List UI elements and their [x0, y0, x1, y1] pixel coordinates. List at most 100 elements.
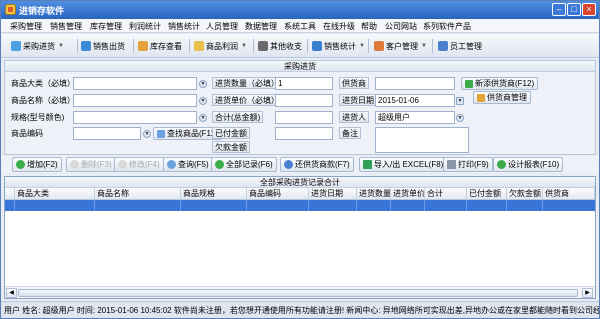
supplier-input[interactable]: [375, 77, 455, 90]
column-header[interactable]: 已付金额: [467, 188, 507, 200]
price-input[interactable]: [275, 94, 333, 107]
payment-icon: [284, 160, 293, 169]
chevron-down-icon: ▼: [421, 43, 427, 49]
row-indicator-header: [5, 188, 15, 200]
menu-sales[interactable]: 销售管理: [50, 21, 82, 32]
staff-mgmt-button[interactable]: 员工管理: [438, 38, 482, 54]
import-excel-button[interactable]: 导入/出 EXCEL(F8): [359, 157, 448, 172]
menu-tools[interactable]: 系统工具: [284, 21, 316, 32]
column-header[interactable]: 进货单价: [391, 188, 425, 200]
coin-icon: [194, 41, 204, 51]
spec-input[interactable]: [73, 111, 197, 124]
edit-icon: [477, 93, 485, 102]
column-header[interactable]: 进货数量: [357, 188, 391, 200]
buyer-dropdown-button[interactable]: ▼: [456, 114, 464, 122]
other-income-button[interactable]: 其他收支: [258, 38, 302, 54]
menu-sales-stats[interactable]: 销售统计: [168, 21, 200, 32]
app-icon: [5, 4, 16, 15]
scroll-left-icon[interactable]: ◀: [6, 288, 17, 298]
search-icon: [167, 160, 176, 169]
menu-bar: 采购管理 销售管理 库存管理 利润统计 销售统计 人员管理 数据管理 系统工具 …: [1, 19, 599, 33]
design-report-button[interactable]: 设计报表(F10): [493, 157, 564, 172]
table-row-selected[interactable]: [5, 200, 595, 211]
buyer-label: 进货人: [339, 111, 369, 123]
purchase-in-button[interactable]: 采购进货 ▼: [11, 38, 64, 54]
customer-icon: [374, 41, 384, 51]
delete-button[interactable]: 删除(F3): [66, 157, 116, 172]
paid-input[interactable]: [275, 127, 333, 140]
check-icon: [215, 160, 224, 169]
stock-view-button[interactable]: 库存查看: [138, 38, 182, 54]
menu-staff[interactable]: 人员管理: [206, 21, 238, 32]
menu-products[interactable]: 系列软件产品: [423, 21, 471, 32]
date-input[interactable]: 2015-01-06: [375, 94, 455, 107]
menu-purchase[interactable]: 采购管理: [10, 21, 42, 32]
close-button[interactable]: ×: [582, 3, 596, 16]
minimize-button[interactable]: –: [552, 3, 566, 16]
horizontal-scrollbar[interactable]: ◀ ▶: [5, 286, 595, 298]
print-button[interactable]: 打印(F9): [443, 157, 493, 172]
toolbar: 采购进货 ▼ 销售出货 库存查看 商品利润 ▼ 其他收支 销售统计 ▼ 客户管理…: [1, 34, 599, 58]
menu-profit[interactable]: 利润统计: [129, 21, 161, 32]
column-header[interactable]: 欠款金额: [507, 188, 543, 200]
spec-dropdown-button[interactable]: ▼: [199, 114, 207, 122]
box-icon: [138, 41, 148, 51]
add-button[interactable]: 增加(F2): [12, 157, 62, 172]
modify-button[interactable]: 修改(F4): [114, 157, 164, 172]
column-header[interactable]: 商品编码: [247, 188, 309, 200]
column-header[interactable]: 商品名称: [95, 188, 181, 200]
maximize-button[interactable]: □: [567, 3, 581, 16]
column-header[interactable]: 合计: [425, 188, 467, 200]
code-input[interactable]: [73, 127, 141, 140]
menu-upgrade[interactable]: 在线升级: [323, 21, 355, 32]
pencil-icon: [118, 160, 127, 169]
column-header[interactable]: 商品大类: [15, 188, 95, 200]
column-header[interactable]: 商品规格: [181, 188, 247, 200]
ledger-icon: [258, 41, 268, 51]
category-dropdown-button[interactable]: ▼: [199, 80, 207, 88]
category-input[interactable]: [73, 77, 197, 90]
supplier-mgmt-button[interactable]: 供货商管理: [473, 91, 531, 104]
scroll-right-icon[interactable]: ▶: [582, 288, 593, 298]
name-dropdown-button[interactable]: ▼: [199, 97, 207, 105]
note-label: 备注: [339, 127, 361, 139]
all-records-button[interactable]: 全部记录(F6): [211, 157, 277, 172]
total-label: 合计(总金额): [212, 111, 264, 123]
spec-label: 规格(型号颜色): [11, 113, 65, 122]
chevron-down-icon: ▼: [359, 43, 365, 49]
column-header[interactable]: 进货日期: [309, 188, 357, 200]
scroll-thumb[interactable]: [18, 289, 578, 297]
printer-icon: [447, 160, 456, 169]
customer-mgmt-button[interactable]: 客户管理 ▼: [374, 38, 427, 54]
query-button[interactable]: 查询(F5): [163, 157, 213, 172]
records-grid: 全部采购进货记录合计 商品大类 商品名称 商品规格 商品编码 进货日期 进货数量…: [4, 176, 596, 299]
goods-profit-button[interactable]: 商品利润 ▼: [194, 38, 247, 54]
pay-supplier-button[interactable]: 还供货商款(F7): [280, 157, 354, 172]
total-input[interactable]: [275, 111, 333, 124]
title-bar: 进销存软件 – □ ×: [1, 1, 599, 19]
grid-title: 全部采购进货记录合计: [5, 177, 595, 188]
check-icon: [497, 160, 506, 169]
owed-label: 欠款金额: [212, 141, 250, 153]
sales-stats-button[interactable]: 销售统计 ▼: [312, 38, 365, 54]
excel-icon: [363, 160, 372, 169]
add-supplier-button[interactable]: 新添供货商(F12): [461, 77, 539, 90]
action-bar: 增加(F2) 删除(F3) 修改(F4) 查询(F5) 全部记录(F6) 还供货…: [1, 156, 599, 173]
menu-help[interactable]: 帮助: [361, 21, 377, 32]
qty-input[interactable]: 1: [275, 77, 333, 90]
menu-stock[interactable]: 库存管理: [90, 21, 122, 32]
grid-header: 商品大类 商品名称 商品规格 商品编码 进货日期 进货数量 进货单价 合计 已付…: [5, 188, 595, 200]
column-header[interactable]: 供货商: [543, 188, 595, 200]
name-input[interactable]: [73, 94, 197, 107]
note-input[interactable]: [375, 127, 469, 153]
qty-label: 进货数量（必填）: [212, 77, 282, 89]
menu-website[interactable]: 公司网站: [385, 21, 417, 32]
sales-out-button[interactable]: 销售出货: [81, 38, 125, 54]
buyer-input[interactable]: 超级用户: [375, 111, 455, 124]
status-bar: 用户 姓名: 超级用户 时间: 2015-01-06 10:45:02 软件尚未…: [1, 301, 599, 318]
chart-icon: [312, 41, 322, 51]
menu-data[interactable]: 数据管理: [245, 21, 277, 32]
calendar-button[interactable]: ▼: [456, 97, 464, 105]
search-icon: [157, 129, 165, 138]
code-dropdown-button[interactable]: ▼: [143, 130, 151, 138]
